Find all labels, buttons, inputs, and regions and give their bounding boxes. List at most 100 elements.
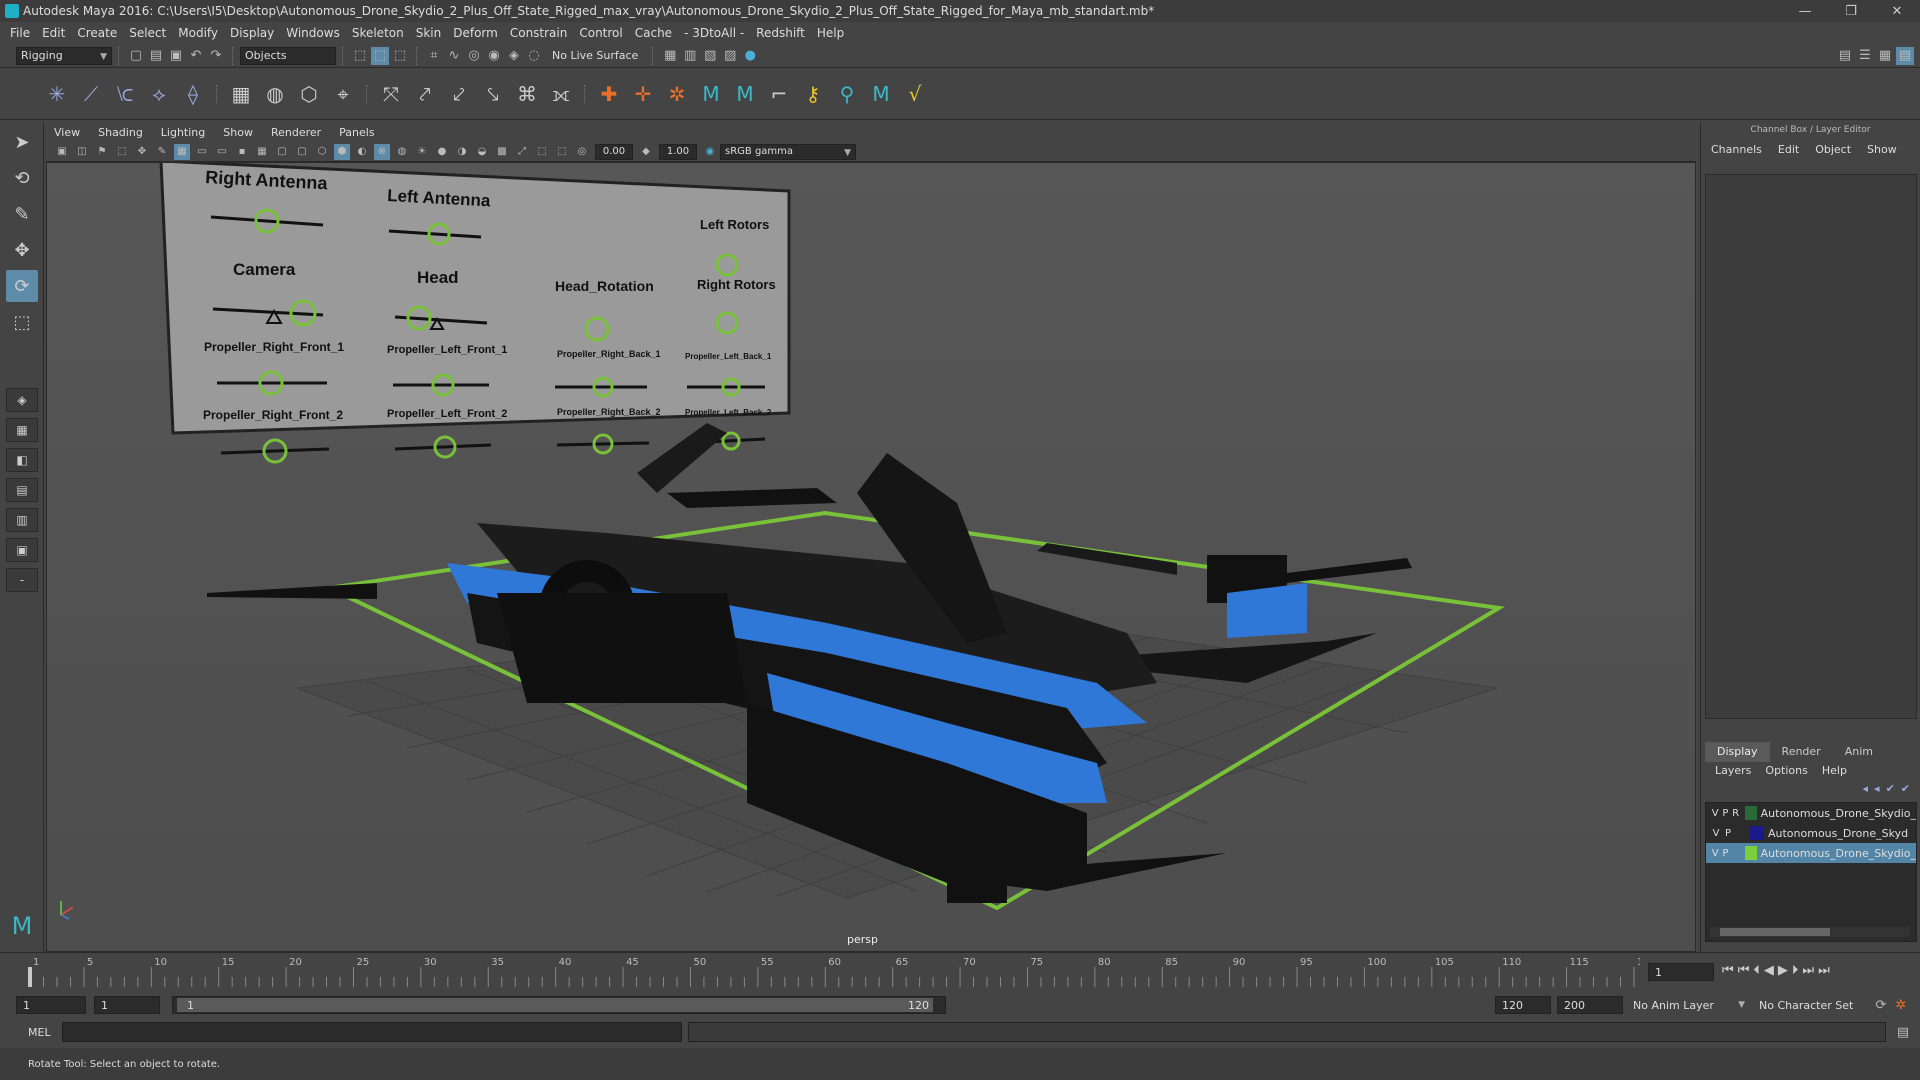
layer-row[interactable]: V P Autonomous_Drone_Skydio_ bbox=[1706, 843, 1916, 863]
channel-box-area[interactable] bbox=[1705, 174, 1917, 719]
colorspace-dropdown[interactable]: sRGB gamma ▼ bbox=[720, 143, 856, 160]
side-by-side-layout-icon[interactable]: ◧ bbox=[6, 448, 38, 472]
safe-title-icon[interactable]: ▢ bbox=[294, 144, 310, 160]
layer-visibility[interactable]: V bbox=[1710, 848, 1720, 859]
xray-active-icon[interactable]: ⬚ bbox=[554, 144, 570, 160]
playback-end-field[interactable]: 120 bbox=[1495, 996, 1551, 1014]
default-material-icon[interactable]: ◍ bbox=[394, 144, 410, 160]
vp-menu-lighting[interactable]: Lighting bbox=[161, 126, 205, 139]
menu-redshift[interactable]: Redshift bbox=[756, 26, 805, 40]
menu-edit[interactable]: Edit bbox=[42, 26, 65, 40]
antialias-icon[interactable]: ▩ bbox=[494, 144, 510, 160]
new-layer-selected-icon[interactable]: ✔ bbox=[1901, 782, 1910, 795]
resolution-gate-icon[interactable]: ▭ bbox=[214, 144, 230, 160]
bind-skin-icon[interactable]: ⤧ bbox=[377, 80, 405, 108]
gate-mask-icon[interactable]: ▪ bbox=[234, 144, 250, 160]
play-forwards-icon[interactable]: ▶ bbox=[1778, 963, 1788, 978]
menu-create[interactable]: Create bbox=[77, 26, 117, 40]
single-pane-layout-icon[interactable]: ◈ bbox=[6, 388, 38, 412]
new-scene-icon[interactable]: ▢ bbox=[127, 47, 145, 65]
mirror-weights-icon[interactable]: ⌘ bbox=[513, 80, 541, 108]
more-layouts-icon[interactable]: - bbox=[6, 568, 38, 592]
point-constraint-icon[interactable]: ✚ bbox=[595, 80, 623, 108]
minimize-button[interactable]: — bbox=[1782, 0, 1828, 22]
outliner-layout-icon[interactable]: ▥ bbox=[6, 508, 38, 532]
command-input[interactable] bbox=[62, 1022, 682, 1042]
snap-point-icon[interactable]: ◎ bbox=[465, 47, 483, 65]
new-layer-icon[interactable]: ✔ bbox=[1886, 782, 1895, 795]
joint-tool-icon[interactable]: ✳ bbox=[43, 80, 71, 108]
pole-vector-icon[interactable]: ⌐ bbox=[765, 80, 793, 108]
maya-m-icon[interactable]: M bbox=[867, 80, 895, 108]
redo-icon[interactable]: ↷ bbox=[207, 47, 225, 65]
gamma-field[interactable]: 1.00 bbox=[659, 143, 697, 160]
motion-blur-icon[interactable]: ◒ bbox=[474, 144, 490, 160]
menu-3dtoall[interactable]: - 3DtoAll - bbox=[684, 26, 744, 40]
layer-row[interactable]: V P R Autonomous_Drone_Skydio_ bbox=[1706, 803, 1916, 823]
menu-skeleton[interactable]: Skeleton bbox=[352, 26, 404, 40]
range-slider-handle[interactable] bbox=[177, 998, 933, 1012]
layer-reference[interactable]: R bbox=[1730, 808, 1740, 819]
isolate-select-icon[interactable]: ⤢ bbox=[514, 144, 530, 160]
layer-playback[interactable]: P bbox=[1722, 828, 1734, 839]
anim-prefs-icon[interactable]: ✲ bbox=[1892, 996, 1910, 1014]
menu-select[interactable]: Select bbox=[129, 26, 166, 40]
tab-render[interactable]: Render bbox=[1770, 742, 1833, 762]
tool-settings-icon[interactable]: ▦ bbox=[1876, 47, 1894, 65]
layer-visibility[interactable]: V bbox=[1710, 808, 1720, 819]
vp-menu-view[interactable]: View bbox=[54, 126, 80, 139]
render-view-icon[interactable]: ▦ bbox=[661, 47, 679, 65]
layer-scrollbar[interactable] bbox=[1710, 927, 1910, 937]
time-ruler[interactable]: 1 5 10 15 20 25 30 35 40 45 50 55 60 65 70 75 80 85 90 95 10… bbox=[28, 953, 1640, 989]
command-language-label[interactable]: MEL bbox=[28, 1026, 62, 1039]
menu-display[interactable]: Display bbox=[230, 26, 274, 40]
exposure-field[interactable]: 0.00 bbox=[595, 143, 633, 160]
paint-weights-icon[interactable]: ⤦ bbox=[445, 80, 473, 108]
layer-color-swatch[interactable] bbox=[1744, 846, 1757, 860]
selection-mode-dropdown[interactable]: Objects bbox=[240, 46, 336, 65]
grid-icon[interactable]: ▦ bbox=[174, 143, 190, 160]
cluster-icon[interactable]: ◍ bbox=[261, 80, 289, 108]
grease-pencil-icon[interactable]: ✎ bbox=[154, 144, 170, 160]
go-to-start-icon[interactable]: ⏮ bbox=[1722, 963, 1734, 978]
graph-layout-icon[interactable]: ▤ bbox=[6, 478, 38, 502]
aim-constraint-icon[interactable]: ✛ bbox=[629, 80, 657, 108]
lasso-tool-icon[interactable]: ⟲ bbox=[6, 162, 38, 194]
current-frame-field[interactable]: 1 bbox=[1648, 963, 1714, 981]
layer-menu-layers[interactable]: Layers bbox=[1715, 764, 1751, 777]
menuset-dropdown[interactable]: Rigging ▼ bbox=[16, 46, 112, 65]
select-tool-icon[interactable]: ➤ bbox=[6, 126, 38, 158]
select-object-icon[interactable]: ⬚ bbox=[371, 46, 389, 65]
cb-menu-object[interactable]: Object bbox=[1815, 143, 1851, 156]
safe-action-icon[interactable]: ▢ bbox=[274, 144, 290, 160]
layer-menu-options[interactable]: Options bbox=[1765, 764, 1807, 777]
save-scene-icon[interactable]: ▣ bbox=[167, 47, 185, 65]
menu-windows[interactable]: Windows bbox=[286, 26, 340, 40]
live-surface-label[interactable]: No Live Surface bbox=[552, 49, 638, 62]
xray-icon[interactable]: ⊗ bbox=[374, 143, 390, 160]
scene-canvas[interactable]: Right Antenna Left Antenna Left Rotors C… bbox=[47, 163, 1696, 952]
wireframe-icon[interactable]: ⬡ bbox=[314, 144, 330, 160]
lights-icon[interactable]: ☀ bbox=[414, 144, 430, 160]
scale-constraint-icon[interactable]: M bbox=[731, 80, 759, 108]
menu-control[interactable]: Control bbox=[579, 26, 622, 40]
bookmark-icon[interactable]: ⚑ bbox=[94, 144, 110, 160]
orient-constraint-icon[interactable]: ✲ bbox=[663, 80, 691, 108]
auto-key-icon[interactable]: ⟳ bbox=[1872, 996, 1890, 1014]
layer-color-swatch[interactable] bbox=[1744, 806, 1757, 820]
layer-playback[interactable]: P bbox=[1720, 808, 1730, 819]
sculpt-icon[interactable]: ⌖ bbox=[329, 80, 357, 108]
modeling-toolkit-icon[interactable]: ▤ bbox=[1836, 47, 1854, 65]
ssao-icon[interactable]: ◑ bbox=[454, 144, 470, 160]
influence-icon[interactable]: ⤥ bbox=[479, 80, 507, 108]
exposure-icon[interactable]: ◎ bbox=[574, 144, 590, 160]
snap-grid-icon[interactable]: ⌗ bbox=[425, 47, 443, 65]
tab-anim[interactable]: Anim bbox=[1833, 742, 1885, 762]
layer-row[interactable]: V P Autonomous_Drone_Skyd bbox=[1706, 823, 1916, 843]
vp-menu-panels[interactable]: Panels bbox=[339, 126, 374, 139]
color-management-icon[interactable]: ◉ bbox=[702, 144, 718, 160]
film-gate-icon[interactable]: ▭ bbox=[194, 144, 210, 160]
breakdown-key-icon[interactable]: ⚲ bbox=[833, 80, 861, 108]
four-pane-layout-icon[interactable]: ▦ bbox=[6, 418, 38, 442]
hypershade-layout-icon[interactable]: ▣ bbox=[6, 538, 38, 562]
